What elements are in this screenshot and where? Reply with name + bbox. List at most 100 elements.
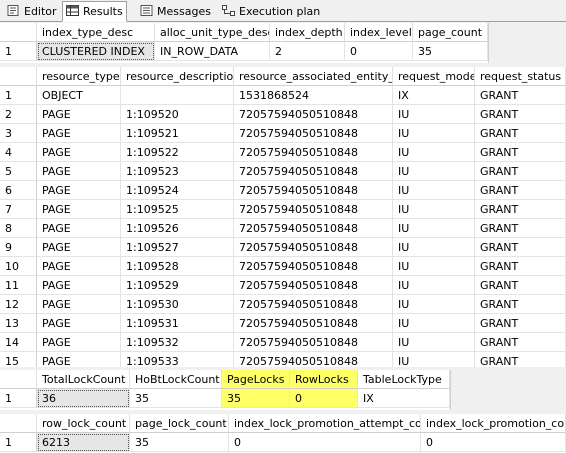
grid-cell[interactable]: GRANT [475, 352, 566, 367]
grid-cell[interactable]: IU [393, 257, 475, 276]
grid-cell[interactable]: 35 [413, 42, 488, 61]
grid-cell[interactable]: 72057594050510848 [234, 314, 393, 333]
grid-cell[interactable]: 1:109526 [121, 219, 234, 238]
grid-cell[interactable]: IU [393, 295, 475, 314]
grid-cell[interactable]: PAGE [37, 219, 121, 238]
grid-cell[interactable]: GRANT [475, 295, 566, 314]
grid-cell[interactable]: 72057594050510848 [234, 238, 393, 257]
column-header[interactable]: row_lock_count [37, 414, 130, 433]
row-number[interactable]: 1 [0, 433, 37, 452]
grid-cell[interactable]: PAGE [37, 276, 121, 295]
grid-cell[interactable]: 2 [270, 42, 345, 61]
grid-cell[interactable]: PAGE [37, 352, 121, 367]
grid-cell[interactable]: 1:109523 [121, 162, 234, 181]
grid-cell[interactable]: 1:109522 [121, 143, 234, 162]
grid-cell[interactable]: 72057594050510848 [234, 105, 393, 124]
column-header[interactable]: HoBtLockCount [130, 370, 222, 389]
grid-cell[interactable]: GRANT [475, 86, 566, 105]
row-number[interactable]: 15 [0, 352, 37, 367]
grid-cell[interactable]: IX [358, 389, 450, 408]
column-header[interactable]: alloc_unit_type_desc [155, 23, 270, 42]
column-header-highlighted[interactable]: PageLocks [222, 370, 290, 389]
grid-cell[interactable]: PAGE [37, 257, 121, 276]
column-header[interactable]: index_lock_promotion_attempt_count [229, 414, 421, 433]
grid-cell[interactable]: 72057594050510848 [234, 219, 393, 238]
grid-cell[interactable]: IU [393, 352, 475, 367]
grid-cell[interactable]: 35 [130, 389, 222, 408]
grid-cell[interactable]: 72057594050510848 [234, 333, 393, 352]
grid-cell[interactable]: 72057594050510848 [234, 181, 393, 200]
grid-cell[interactable]: PAGE [37, 105, 121, 124]
grid-cell[interactable]: 1:109525 [121, 200, 234, 219]
row-number[interactable]: 9 [0, 238, 37, 257]
row-number[interactable]: 5 [0, 162, 37, 181]
grid-cell[interactable]: PAGE [37, 162, 121, 181]
row-number[interactable]: 14 [0, 333, 37, 352]
grid-cell-highlighted[interactable]: 0 [290, 389, 358, 408]
column-header[interactable]: resource_type [37, 67, 121, 86]
column-header[interactable]: resource_associated_entity_id [234, 67, 393, 86]
row-number[interactable]: 10 [0, 257, 37, 276]
row-number[interactable]: 3 [0, 124, 37, 143]
grid-cell[interactable]: 0 [345, 42, 413, 61]
grid-cell[interactable]: IU [393, 276, 475, 295]
grid-cell[interactable]: IU [393, 333, 475, 352]
grid-cell[interactable]: 1:109530 [121, 295, 234, 314]
column-header[interactable]: resource_description [121, 67, 234, 86]
grid-cell[interactable]: 35 [130, 433, 229, 452]
grid-cell[interactable]: GRANT [475, 314, 566, 333]
row-number[interactable]: 6 [0, 181, 37, 200]
tab-results[interactable]: Results [62, 1, 127, 22]
row-number[interactable]: 2 [0, 105, 37, 124]
column-header[interactable]: index_lock_promotion_count [421, 414, 566, 433]
column-header[interactable]: TableLockType [358, 370, 450, 389]
grid-cell[interactable]: 1:109533 [121, 352, 234, 367]
column-header[interactable]: request_status [475, 67, 566, 86]
grid-cell[interactable]: IN_ROW_DATA [155, 42, 270, 61]
grid-cell[interactable]: IU [393, 105, 475, 124]
grid-cell[interactable]: IU [393, 181, 475, 200]
grid-cell[interactable]: GRANT [475, 276, 566, 295]
grid-cell[interactable]: 1:109520 [121, 105, 234, 124]
grid-cell[interactable]: PAGE [37, 200, 121, 219]
grid-cell[interactable]: 72057594050510848 [234, 295, 393, 314]
grid-cell[interactable]: IU [393, 219, 475, 238]
grid-cell[interactable]: GRANT [475, 257, 566, 276]
grid-cell[interactable]: OBJECT [37, 86, 121, 105]
grid-cell[interactable]: 1:109529 [121, 276, 234, 295]
tab-editor[interactable]: Editor [4, 2, 60, 21]
grid-cell[interactable]: PAGE [37, 314, 121, 333]
row-number[interactable]: 13 [0, 314, 37, 333]
column-header[interactable]: page_count [413, 23, 488, 42]
grid-cell[interactable]: GRANT [475, 200, 566, 219]
grid-cell[interactable] [121, 86, 234, 105]
grid-cell[interactable]: IU [393, 238, 475, 257]
grid-cell[interactable]: PAGE [37, 295, 121, 314]
grid-cell[interactable]: IU [393, 143, 475, 162]
grid-cell[interactable]: GRANT [475, 162, 566, 181]
column-header[interactable]: index_type_desc [37, 23, 155, 42]
grid-cell[interactable]: GRANT [475, 333, 566, 352]
tab-messages[interactable]: Messages [137, 2, 214, 21]
row-number[interactable]: 1 [0, 389, 37, 408]
grid-cell[interactable]: 72057594050510848 [234, 276, 393, 295]
grid-cell[interactable]: GRANT [475, 105, 566, 124]
grid-cell[interactable]: 72057594050510848 [234, 124, 393, 143]
column-header[interactable]: index_depth [270, 23, 345, 42]
row-number[interactable]: 4 [0, 143, 37, 162]
grid-cell[interactable]: PAGE [37, 238, 121, 257]
grid-cell[interactable]: GRANT [475, 238, 566, 257]
grid-cell[interactable]: 1:109527 [121, 238, 234, 257]
row-number[interactable]: 8 [0, 219, 37, 238]
row-number[interactable]: 12 [0, 295, 37, 314]
grid-cell[interactable]: 1:109521 [121, 124, 234, 143]
grid-cell[interactable]: PAGE [37, 124, 121, 143]
grid-cell[interactable]: 72057594050510848 [234, 352, 393, 367]
column-header-highlighted[interactable]: RowLocks [290, 370, 358, 389]
grid-cell[interactable]: 72057594050510848 [234, 257, 393, 276]
grid-cell[interactable]: IU [393, 200, 475, 219]
row-number[interactable]: 1 [0, 42, 37, 61]
grid-cell[interactable]: 1:109528 [121, 257, 234, 276]
grid-cell[interactable]: IU [393, 124, 475, 143]
grid-cell[interactable]: 0 [421, 433, 566, 452]
